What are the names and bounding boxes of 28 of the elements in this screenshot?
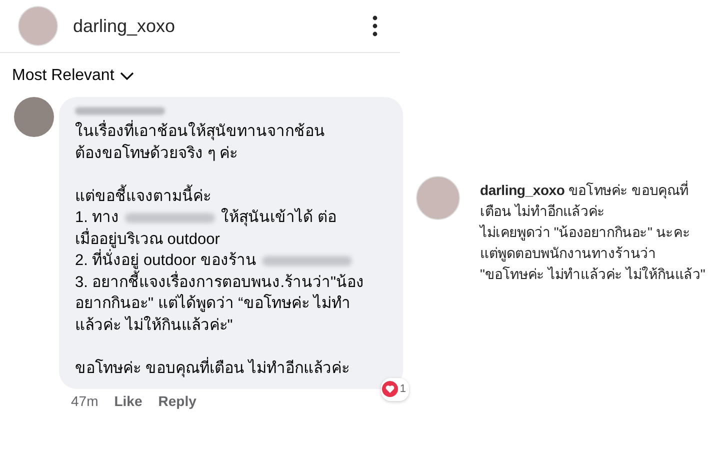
commenter-avatar xyxy=(14,97,54,137)
comment-text: อยากกินอะ" แต่ได้พูดว่า “ขอโทษค่ะ ไม่ทำ xyxy=(75,293,351,314)
more-options-icon[interactable] xyxy=(372,15,378,37)
username[interactable]: darling_xoxo xyxy=(73,16,357,36)
comment-time: 47m xyxy=(71,393,98,409)
profile-avatar xyxy=(416,176,460,220)
username[interactable]: darling_xoxo xyxy=(480,182,565,198)
comment-text: แต่ขอชี้แจงตามนี้ค่ะ xyxy=(75,186,211,207)
reply-text: ขอโทษค่ะ ขอบคุณที่ xyxy=(568,182,689,198)
profile-avatar xyxy=(18,6,58,46)
comment-text: เมื่ออยู่บริเวณ outdoor xyxy=(75,228,220,250)
comment-text: ขอโทษค่ะ ขอบคุณที่เตือน ไม่ทำอีกแล้วค่ะ xyxy=(75,358,350,379)
reaction-badge: 1 xyxy=(380,378,409,401)
comment-action-link[interactable]: Reply xyxy=(158,393,196,409)
reply-text: "ขอโทษค่ะ ไม่ทำแล้วค่ะ ไม่ให้กินแล้ว" xyxy=(480,265,706,284)
chevron-down-icon xyxy=(120,72,134,80)
comment-action-link[interactable]: Like xyxy=(114,393,142,409)
comment-text: 2. ที่นั่งอยู่ outdoor ของร้าน xyxy=(75,250,256,272)
sort-dropdown[interactable]: Most Relevant xyxy=(12,67,134,85)
comment-text: 1. ทาง xyxy=(75,208,120,228)
reply-text: ไม่เคยพูดว่า "น้องอยากกินอะ" นะคะ xyxy=(480,223,692,243)
comment-text: 3. อยากชี้แจงเรื่องการตอบพนง.ร้านว่า"น้อง xyxy=(75,272,364,293)
comment-text: แล้วค่ะ ไม่ให้กินแล้วค่ะ" xyxy=(75,315,233,336)
reply-text: เตือน ไม่ทำอีกแล้วค่ะ xyxy=(480,202,606,221)
comment-text: ในเรื่องที่เอาช้อนให้สุนัขทานจากช้อน xyxy=(75,121,325,142)
comment-text: ให้สุนันเข้าได้ ต่อ xyxy=(221,207,337,228)
reply-text: แต่พูดตอบพนักงานทางร้านว่า xyxy=(480,244,657,264)
comment-text: ต้องขอโทษด้วยจริง ๆ ค่ะ xyxy=(75,143,238,164)
